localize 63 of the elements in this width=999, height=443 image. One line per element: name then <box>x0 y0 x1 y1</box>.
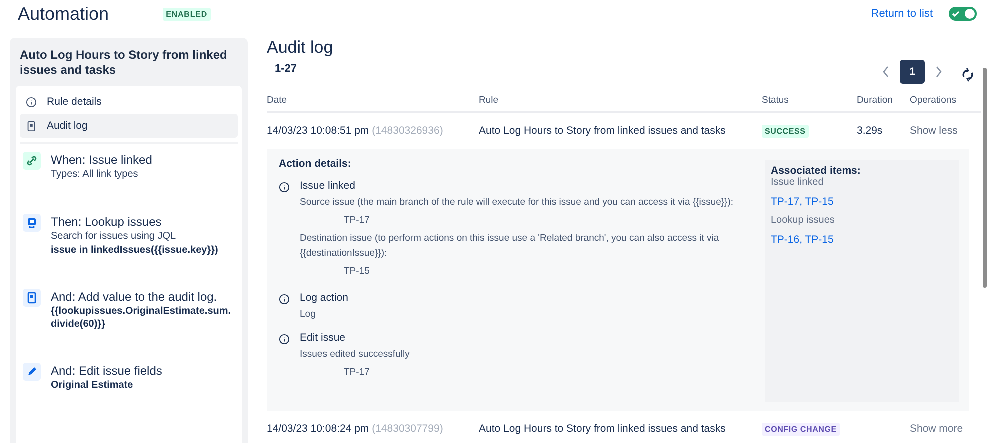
rule-cell-text: Auto Log Hours to Story from linked issues and tasks <box>479 423 727 435</box>
column-header: Rule <box>479 94 500 106</box>
enable-toggle[interactable] <box>949 7 977 21</box>
issue-key: TP-15 <box>300 264 765 279</box>
action-title: Issue linked <box>300 180 356 192</box>
page-button[interactable]: 1 <box>900 60 925 84</box>
status-lozenge: CONFIG CHANGE <box>762 423 840 436</box>
lookup-icon <box>23 214 41 232</box>
step-description: Search for issues using JQL <box>51 230 178 244</box>
document-icon <box>23 289 41 307</box>
info-icon <box>26 96 37 108</box>
issue-links[interactable]: TP-16, TP-15 <box>771 234 834 246</box>
document-icon <box>26 120 37 132</box>
link-icon <box>23 152 41 170</box>
check-icon <box>951 9 961 19</box>
rule-cell-text: Auto Log Hours to Story from linked issues and tasks <box>479 125 727 137</box>
info-icon <box>279 182 290 193</box>
associated-heading: Associated items: <box>771 165 862 177</box>
issue-key: TP-17 <box>300 213 765 228</box>
page-title: Automation <box>18 4 110 24</box>
info-icon <box>279 294 290 305</box>
action-title: Log action <box>300 292 348 304</box>
action-description: Log <box>300 308 317 322</box>
status-badge: ENABLED <box>163 8 211 20</box>
step-expression: issue in linkedIssues({{issue.key}}) <box>51 244 220 257</box>
associated-group-label: Lookup issues <box>771 215 836 227</box>
date-cell-text: 14/03/23 10:08:51 pm (14830326936) <box>267 125 444 137</box>
action-description: Issues edited successfully <box>300 348 410 362</box>
next-icon[interactable] <box>935 66 943 78</box>
issue-key: TP-17 <box>300 365 410 380</box>
action-title: Edit issue <box>300 332 347 344</box>
column-header: Status <box>762 94 790 106</box>
action-description: Destination issue (to perform actions on this issue use a 'Related branch', you can also access it via {{destinationIssue}}): <box>300 232 720 261</box>
result-range: 1-27 <box>275 63 298 75</box>
step-title: And: Edit issue fields <box>51 363 164 379</box>
info-icon <box>279 334 290 345</box>
action-description: Source issue (the main branch of the rule will execute for this issue and you can access it via {{issue}}): <box>300 196 735 210</box>
return-link[interactable]: Return to list <box>871 8 933 20</box>
scrollbar[interactable] <box>983 68 989 288</box>
step-description: Types: All link types <box>51 168 140 182</box>
column-header: Operations <box>910 94 958 106</box>
details-heading: Action details: <box>279 158 352 170</box>
section-title: Audit log <box>267 38 334 58</box>
refresh-icon[interactable] <box>961 68 975 82</box>
duration-cell: 3.29s <box>857 125 883 137</box>
pencil-icon <box>23 363 41 381</box>
column-header: Duration <box>857 94 894 106</box>
menu-item[interactable]: Rule details <box>20 90 238 114</box>
menu-item[interactable]: Audit log <box>20 114 238 138</box>
step-expression: {{lookupissues.OriginalEstimate.sum.divide(60)}} <box>51 305 232 331</box>
rule-name: Auto Log Hours to Story from linked issues and tasks <box>19 48 228 78</box>
step-expression: Original Estimate <box>51 379 134 392</box>
previous-icon[interactable] <box>882 66 890 78</box>
toggle-details-link[interactable]: Show less <box>910 125 958 137</box>
step-title: When: Issue linked <box>51 152 154 168</box>
status-lozenge: SUCCESS <box>762 125 809 138</box>
step-title: Then: Lookup issues <box>51 214 163 230</box>
step-title: And: Add value to the audit log. <box>51 289 218 305</box>
issue-links[interactable]: TP-17, TP-15 <box>771 196 834 208</box>
date-cell-text: 14/03/23 10:08:24 pm (14830307799) <box>267 423 444 435</box>
toggle-details-link[interactable]: Show more <box>910 423 964 435</box>
associated-group-label: Issue linked <box>771 177 825 189</box>
column-header: Date <box>267 94 288 106</box>
